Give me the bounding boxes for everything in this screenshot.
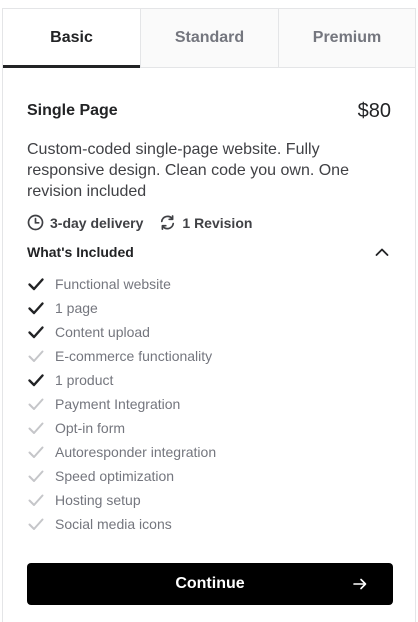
feature-label: Functional website [55, 276, 171, 292]
checkmark-icon [28, 398, 44, 410]
checkmark-icon [28, 446, 44, 458]
feature-item: 1 product [27, 368, 391, 392]
revisions-label: 1 Revision [182, 214, 253, 231]
package-header: Single Page $80 [27, 99, 391, 123]
feature-item: Content upload [27, 320, 391, 344]
feature-label: Content upload [55, 324, 150, 340]
feature-item: Speed optimization [27, 464, 391, 488]
included-toggle[interactable]: What's Included [27, 243, 391, 261]
feature-list: Functional website 1 page Content upload E-… [27, 272, 391, 536]
feature-item: Autoresponder integration [27, 440, 391, 464]
checkmark-icon [28, 470, 44, 482]
clock-icon [27, 214, 44, 231]
feature-label: 1 product [55, 372, 114, 388]
checkmark-icon [28, 302, 44, 315]
feature-item: 1 page [27, 296, 391, 320]
checkmark-icon [28, 494, 44, 506]
feature-label: 1 page [55, 300, 98, 316]
delivery-label: 3-day delivery [50, 214, 144, 231]
checkmark-icon [28, 278, 44, 291]
continue-label: Continue [175, 575, 245, 592]
included-title: What's Included [27, 244, 134, 260]
feature-item: E-commerce functionality [27, 344, 391, 368]
checkmark-icon [28, 350, 44, 362]
feature-label: Speed optimization [55, 468, 175, 484]
chevron-up-icon[interactable] [373, 243, 391, 261]
tab-label: Standard [174, 29, 245, 46]
package-price: $80 [357, 99, 391, 122]
checkmark-icon [28, 326, 44, 339]
package-content: Single Page $80 Custom-coded single-page… [3, 99, 415, 536]
refresh-icon [161, 215, 175, 230]
package-name: Single Page [27, 102, 118, 119]
feature-label: E-commerce functionality [55, 348, 213, 364]
feature-item: Functional website [27, 272, 391, 296]
feature-item: Opt-in form [27, 416, 391, 440]
feature-label: Hosting setup [55, 492, 141, 508]
checkmark-icon [28, 374, 44, 387]
package-description: Custom-coded single-page website. Fully … [27, 141, 349, 200]
feature-label: Payment Integration [55, 396, 181, 412]
feature-label: Social media icons [55, 516, 172, 532]
tab-label: Premium [312, 29, 382, 46]
checkmark-icon [28, 518, 44, 530]
package-meta: 3-day delivery 1 Revision [27, 214, 391, 231]
feature-label: Autoresponder integration [55, 444, 217, 460]
tab-basic[interactable]: Basic [3, 9, 141, 68]
tab-standard[interactable]: Standard [141, 9, 279, 67]
arrow-right-icon [353, 578, 367, 590]
continue-button[interactable]: Continue [27, 563, 393, 605]
checkmark-icon [28, 422, 44, 434]
feature-item: Hosting setup [27, 488, 391, 512]
package-panel: Basic Standard Premium Single Page $80 C… [2, 8, 416, 622]
tab-premium[interactable]: Premium [279, 9, 415, 67]
delivery-time: 3-day delivery [27, 214, 143, 231]
package-tabs: Basic Standard Premium [3, 9, 415, 68]
revisions: 1 Revision [159, 214, 252, 231]
tab-label: Basic [50, 29, 93, 46]
feature-label: Opt-in form [55, 420, 126, 436]
feature-item: Payment Integration [27, 392, 391, 416]
feature-item: Social media icons [27, 512, 391, 536]
